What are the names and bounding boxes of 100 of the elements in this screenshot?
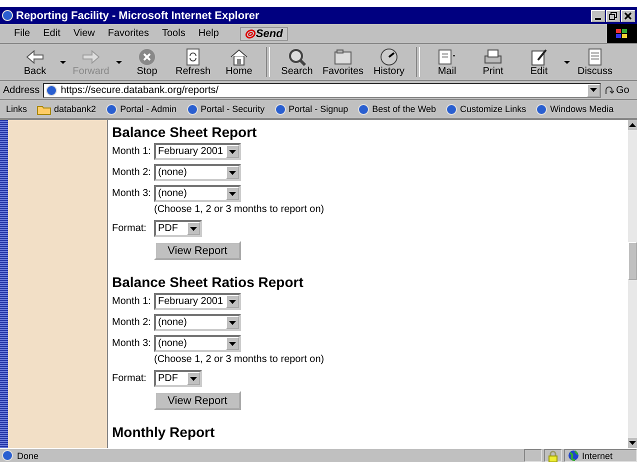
menu-item[interactable]: Favorites <box>108 28 149 39</box>
dropdown-button[interactable] <box>187 222 200 235</box>
dropdown-button[interactable] <box>226 295 239 308</box>
month-dropdown[interactable]: (none) <box>154 314 241 331</box>
view-report-button[interactable]: View Report <box>154 241 241 260</box>
close-icon <box>624 12 632 20</box>
toolbar-button[interactable]: Search <box>274 48 320 76</box>
link-button[interactable]: Portal - Security <box>186 104 265 114</box>
status-text: Done <box>17 450 39 460</box>
menu-item[interactable]: File <box>14 28 30 39</box>
windows-logo-icon <box>607 24 637 43</box>
toolbar-button[interactable]: Print <box>470 48 516 76</box>
format-dropdown[interactable]: PDF <box>154 220 202 237</box>
link-button[interactable]: Customize Links <box>446 104 526 114</box>
link-button[interactable]: Portal - Signup <box>274 104 348 114</box>
window-title: Reporting Facility - Microsoft Internet Explorer <box>16 10 260 22</box>
format-dropdown[interactable]: PDF <box>154 370 202 387</box>
address-field[interactable]: https://secure.databank.org/reports/ <box>42 82 601 98</box>
month-dropdown[interactable]: (none) <box>154 185 241 202</box>
scrollbar-thumb[interactable] <box>628 242 637 280</box>
arrow-right-icon <box>81 48 101 66</box>
month-dropdown[interactable]: (none) <box>154 335 241 352</box>
toolbar-button[interactable]: Back <box>12 48 58 76</box>
address-label: Address <box>3 84 40 96</box>
page-icon <box>2 450 13 461</box>
close-button[interactable] <box>621 10 635 22</box>
caret-icon <box>190 226 197 230</box>
dropdown-arrow-icon[interactable] <box>564 60 570 64</box>
report-heading: Balance Sheet Ratios Report <box>112 274 304 290</box>
link-button[interactable]: databank2 <box>37 104 96 114</box>
toolbar-button[interactable]: History <box>366 48 412 76</box>
go-arrow-icon <box>604 85 614 95</box>
toolbar-button[interactable]: Favorites <box>320 48 366 76</box>
menu-item[interactable]: Edit <box>43 28 60 39</box>
menu-item[interactable]: Tools <box>162 28 186 39</box>
menu-item[interactable]: View <box>73 28 95 39</box>
arrow-left-icon <box>25 48 45 66</box>
minimize-button[interactable] <box>591 10 605 22</box>
toolbar-button[interactable]: Mail <box>424 48 470 76</box>
dropdown-arrow-icon[interactable] <box>60 60 66 64</box>
field-label: Month 1: <box>112 146 152 157</box>
search-icon <box>287 48 307 66</box>
status-panel <box>524 449 542 462</box>
page-icon <box>106 104 118 114</box>
minimize-icon <box>595 18 601 20</box>
field-label: Month 3: <box>112 338 152 349</box>
dropdown-button[interactable] <box>187 372 200 385</box>
hint-text: (Choose 1, 2 or 3 months to report on) <box>154 354 326 367</box>
toolbar-button[interactable]: Stop <box>124 48 170 76</box>
caret-icon <box>229 342 236 346</box>
report-heading: Monthly Report <box>112 424 216 440</box>
dropdown-button[interactable] <box>226 316 239 329</box>
page-icon <box>46 84 57 96</box>
caret-icon <box>229 192 236 196</box>
globe-icon <box>568 450 579 461</box>
view-report-button[interactable]: View Report <box>154 391 241 410</box>
link-button[interactable]: Windows Media <box>536 104 614 114</box>
restore-icon <box>609 12 617 20</box>
links-label: Links <box>6 104 28 114</box>
dropdown-button[interactable] <box>587 84 600 96</box>
caret-icon <box>229 300 236 304</box>
scroll-up-button[interactable] <box>628 120 637 130</box>
month-dropdown[interactable]: February 2001 <box>154 293 241 310</box>
stop-icon <box>137 48 157 66</box>
toolbar-button[interactable]: Home <box>216 48 262 76</box>
menu-item[interactable]: Help <box>198 28 219 39</box>
field-label: Format: <box>112 223 148 234</box>
link-button[interactable]: Portal - Admin <box>106 104 177 114</box>
scrollbar-track[interactable] <box>628 120 637 448</box>
folder-icon <box>333 48 353 66</box>
page-icon <box>358 104 370 114</box>
caret-icon <box>229 170 236 174</box>
go-button[interactable]: Go <box>604 84 634 96</box>
report-heading: Balance Sheet Report <box>112 124 258 140</box>
page-icon <box>536 104 548 114</box>
month-dropdown[interactable]: February 2001 <box>154 143 241 160</box>
hint-text: (Choose 1, 2 or 3 months to report on) <box>154 204 326 217</box>
month-dropdown[interactable]: (none) <box>154 164 241 181</box>
toolbar-button[interactable]: Refresh <box>170 48 216 76</box>
scroll-down-button[interactable] <box>628 438 637 448</box>
page-icon <box>274 104 286 114</box>
field-label: Month 2: <box>112 317 152 328</box>
send-button[interactable]: Send <box>240 26 288 40</box>
house-icon <box>229 48 249 66</box>
caret-icon <box>229 150 236 154</box>
page-icon <box>446 104 458 114</box>
dropdown-button[interactable] <box>226 145 239 158</box>
field-label: Month 3: <box>112 188 152 199</box>
notepad-pencil-icon <box>529 48 549 66</box>
clock-icon <box>379 48 399 66</box>
link-button[interactable]: Best of the Web <box>358 104 436 114</box>
dropdown-button[interactable] <box>226 337 239 350</box>
toolbar-button[interactable]: Discuss <box>572 48 618 76</box>
caret-icon <box>190 376 197 380</box>
dropdown-button[interactable] <box>226 166 239 179</box>
paperclip-icon <box>244 28 256 38</box>
field-label: Format: <box>112 373 148 384</box>
dropdown-button[interactable] <box>226 187 239 200</box>
toolbar-button[interactable]: Edit <box>516 48 562 76</box>
restore-button[interactable] <box>606 10 620 22</box>
